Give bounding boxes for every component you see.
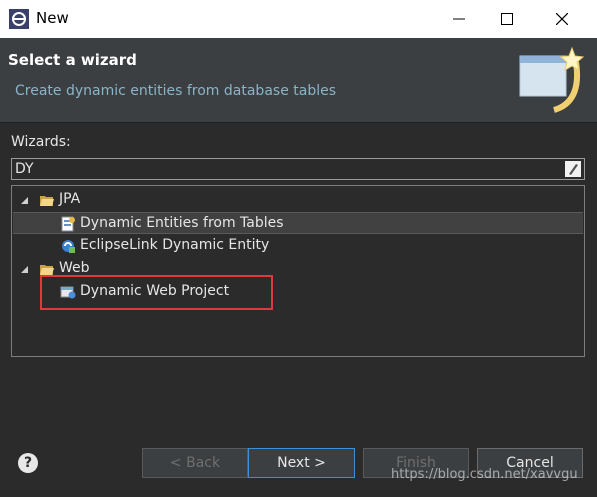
wizard-header: Select a wizard Create dynamic entities … <box>0 38 597 123</box>
highlight-annotation <box>40 275 273 310</box>
entity-icon <box>61 216 75 232</box>
maximize-icon <box>501 13 513 25</box>
minimize-button[interactable] <box>436 0 482 38</box>
tree-item-eclipselink-dynamic-entity[interactable]: EclipseLink Dynamic Entity <box>13 235 583 257</box>
tree-item-label: JPA <box>59 191 81 207</box>
tree-item-jpa[interactable]: JPA <box>13 189 583 211</box>
close-icon <box>556 13 568 25</box>
wizard-filter-input[interactable] <box>13 159 557 179</box>
eclipse-app-icon <box>9 9 29 29</box>
tree-item-label: EclipseLink Dynamic Entity <box>80 237 270 253</box>
wizards-label: Wizards: <box>11 134 71 150</box>
close-button[interactable] <box>539 0 585 38</box>
expanded-arrow-icon[interactable] <box>19 264 29 274</box>
watermark-text: https://blog.csdn.net/xavvgu <box>391 467 578 482</box>
folder-open-icon <box>40 196 54 206</box>
tree-item-label: Dynamic Entities from Tables <box>80 215 284 231</box>
wizard-banner-icon <box>519 46 585 113</box>
tree-item-label: Web <box>59 260 90 276</box>
eclipselink-icon <box>62 240 75 253</box>
page-description: Create dynamic entities from database ta… <box>15 83 337 99</box>
tree-item-dynamic-entities-from-tables[interactable]: Dynamic Entities from Tables <box>13 212 583 234</box>
maximize-button[interactable] <box>484 0 530 38</box>
back-button[interactable]: < Back <box>142 448 248 478</box>
clear-filter-icon[interactable] <box>565 161 581 177</box>
minimize-icon <box>453 18 465 20</box>
wizard-filter-field[interactable] <box>11 158 585 180</box>
expanded-arrow-icon[interactable] <box>19 195 29 205</box>
help-button[interactable]: ? <box>18 453 38 473</box>
title-bar: New <box>0 0 597 39</box>
window-title: New <box>36 9 69 27</box>
wizard-tree[interactable]: JPA Dynamic Entities from Tables Eclipse… <box>11 185 585 357</box>
page-title: Select a wizard <box>8 51 137 69</box>
next-button[interactable]: Next > <box>248 448 355 478</box>
